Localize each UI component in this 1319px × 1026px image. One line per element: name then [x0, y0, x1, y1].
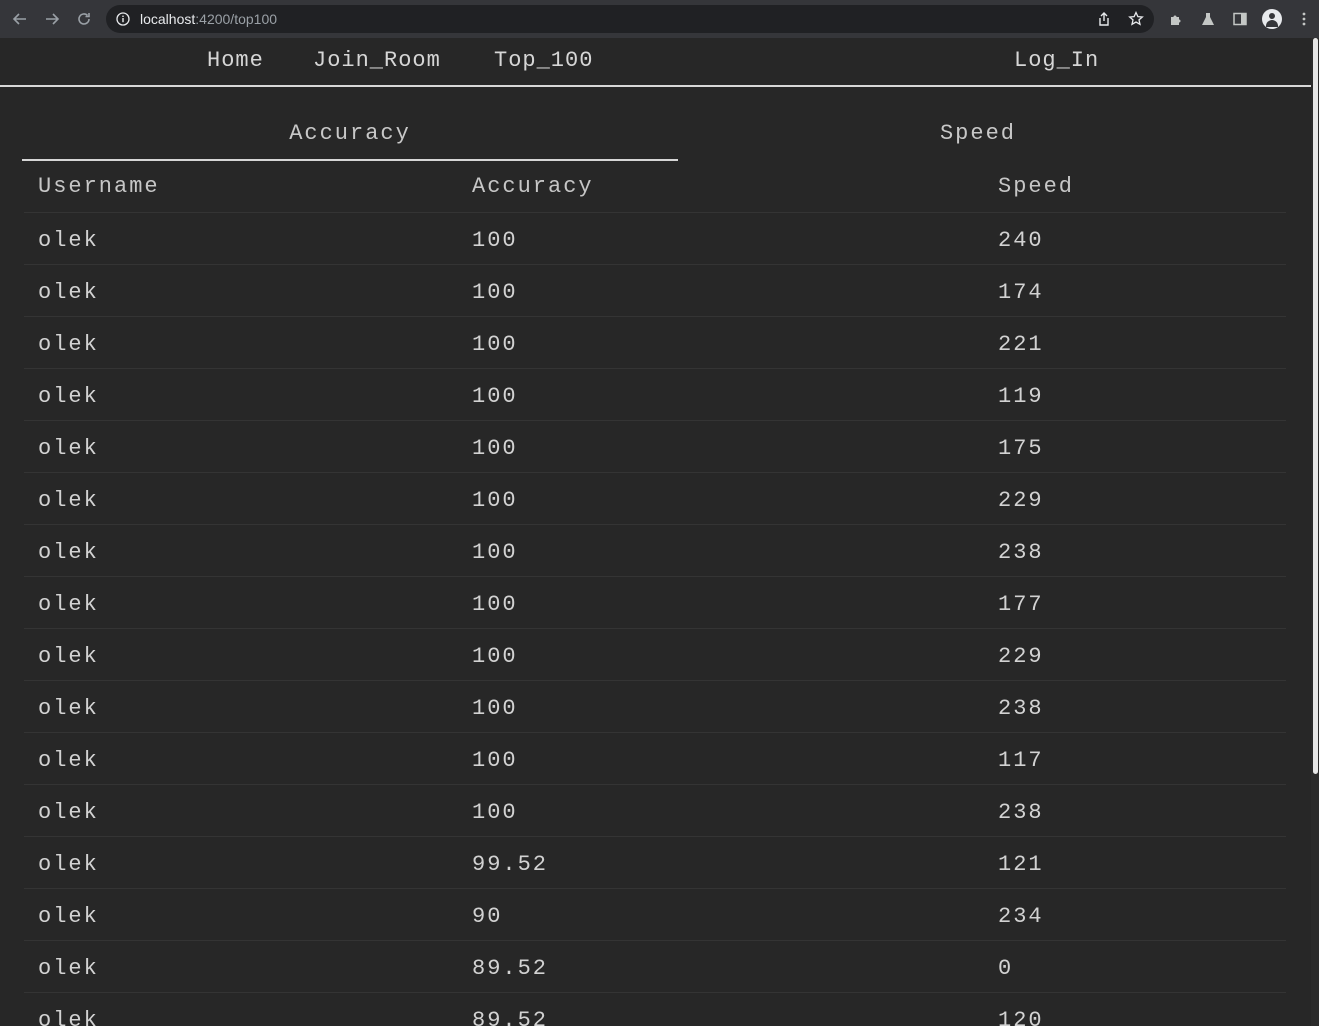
cell-username: olek [38, 488, 99, 513]
table-row: olek 100 117 [24, 733, 1286, 785]
cell-username: olek [38, 436, 99, 461]
scrollbar-thumb[interactable] [1313, 38, 1318, 774]
back-icon[interactable] [10, 9, 30, 29]
cell-speed: 121 [998, 852, 1044, 877]
cell-speed: 0 [998, 956, 1014, 981]
table-row: olek 100 229 [24, 473, 1286, 525]
column-header-speed: Speed [998, 174, 1075, 199]
cell-accuracy: 89.52 [472, 1008, 549, 1026]
table-header-row: Username Accuracy Speed [24, 161, 1286, 213]
cell-accuracy: 99.52 [472, 852, 549, 877]
table-row: olek 100 229 [24, 629, 1286, 681]
table-row: olek 100 238 [24, 785, 1286, 837]
side-panel-icon[interactable] [1231, 10, 1249, 28]
cell-speed: 117 [998, 748, 1044, 773]
browser-toolbar: localhost:4200/top100 [0, 0, 1319, 38]
cell-accuracy: 100 [472, 280, 518, 305]
cell-speed: 221 [998, 332, 1044, 357]
cell-speed: 238 [998, 696, 1044, 721]
cell-username: olek [38, 800, 99, 825]
cell-speed: 120 [998, 1008, 1044, 1026]
sort-tabs: Accuracy Speed [22, 113, 1286, 161]
cell-accuracy: 100 [472, 228, 518, 253]
cell-username: olek [38, 228, 99, 253]
cell-speed: 229 [998, 488, 1044, 513]
nav-home-link[interactable]: Home [207, 48, 264, 73]
cell-accuracy: 100 [472, 800, 518, 825]
cell-username: olek [38, 852, 99, 877]
table-row: olek 89.52 0 [24, 941, 1286, 993]
cell-speed: 234 [998, 904, 1044, 929]
forward-icon[interactable] [42, 9, 62, 29]
cell-username: olek [38, 696, 99, 721]
cell-speed: 177 [998, 592, 1044, 617]
cell-speed: 119 [998, 384, 1044, 409]
table-row: olek 100 174 [24, 265, 1286, 317]
extensions-icon[interactable] [1167, 10, 1185, 28]
cell-speed: 175 [998, 436, 1044, 461]
cell-speed: 229 [998, 644, 1044, 669]
cell-accuracy: 100 [472, 644, 518, 669]
cell-username: olek [38, 644, 99, 669]
cell-accuracy: 100 [472, 436, 518, 461]
cell-username: olek [38, 332, 99, 357]
cell-username: olek [38, 592, 99, 617]
cell-accuracy: 100 [472, 488, 518, 513]
cell-accuracy: 90 [472, 904, 503, 929]
cell-username: olek [38, 280, 99, 305]
table-row: olek 100 240 [24, 213, 1286, 265]
cell-accuracy: 100 [472, 332, 518, 357]
cell-speed: 174 [998, 280, 1044, 305]
profile-avatar-icon[interactable] [1262, 9, 1282, 29]
cell-accuracy: 100 [472, 384, 518, 409]
cell-username: olek [38, 384, 99, 409]
reload-icon[interactable] [74, 9, 94, 29]
cell-accuracy: 89.52 [472, 956, 549, 981]
table-row: olek 100 177 [24, 577, 1286, 629]
table-row: olek 100 119 [24, 369, 1286, 421]
cell-accuracy: 100 [472, 696, 518, 721]
cell-speed: 238 [998, 540, 1044, 565]
cell-accuracy: 100 [472, 748, 518, 773]
table-row: olek 100 238 [24, 525, 1286, 577]
nav-join-room-link[interactable]: Join_Room [313, 48, 441, 73]
share-icon[interactable] [1096, 11, 1112, 27]
cell-accuracy: 100 [472, 540, 518, 565]
cell-username: olek [38, 904, 99, 929]
page-scrollbar[interactable] [1311, 38, 1319, 1026]
address-bar[interactable]: localhost:4200/top100 [106, 5, 1154, 33]
url-host: localhost [140, 11, 196, 27]
url-path: :4200/top100 [195, 11, 278, 27]
cell-speed: 238 [998, 800, 1044, 825]
table-row: olek 100 175 [24, 421, 1286, 473]
nav-log-in-link[interactable]: Log_In [1014, 48, 1099, 73]
labs-flask-icon[interactable] [1199, 10, 1217, 28]
site-info-icon[interactable] [116, 12, 130, 26]
nav-top-100-link[interactable]: Top_100 [494, 48, 593, 73]
top-navigation: Home Join_Room Top_100 Log_In [0, 38, 1311, 87]
bookmark-star-icon[interactable] [1128, 11, 1144, 27]
table-row: olek 90 234 [24, 889, 1286, 941]
more-menu-icon[interactable] [1295, 10, 1313, 28]
cell-speed: 240 [998, 228, 1044, 253]
url-text: localhost:4200/top100 [140, 11, 277, 27]
cell-username: olek [38, 956, 99, 981]
tab-speed[interactable]: Speed [670, 113, 1286, 161]
cell-username: olek [38, 748, 99, 773]
cell-username: olek [38, 540, 99, 565]
column-header-username: Username [38, 174, 160, 199]
table-row: olek 100 221 [24, 317, 1286, 369]
table-row: olek 89.52 120 [24, 993, 1286, 1026]
table-row: olek 100 238 [24, 681, 1286, 733]
leaderboard-table: Username Accuracy Speed olek 100 240 olek 10… [24, 161, 1286, 1026]
page-content: Home Join_Room Top_100 Log_In Accuracy S… [0, 38, 1311, 1026]
cell-accuracy: 100 [472, 592, 518, 617]
tab-accuracy[interactable]: Accuracy [22, 113, 678, 161]
column-header-accuracy: Accuracy [472, 174, 594, 199]
table-row: olek 99.52 121 [24, 837, 1286, 889]
cell-username: olek [38, 1008, 99, 1026]
